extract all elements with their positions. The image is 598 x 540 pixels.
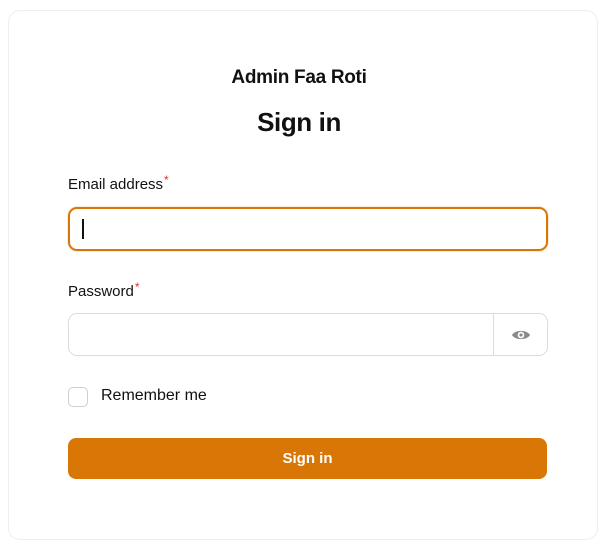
password-label-text: Password	[68, 283, 134, 300]
sign-in-button[interactable]: Sign in	[68, 438, 547, 479]
password-field[interactable]	[69, 314, 495, 355]
email-label: Email address*	[68, 173, 169, 193]
password-label: Password*	[68, 280, 140, 300]
required-mark: *	[164, 173, 169, 187]
eye-icon	[511, 330, 530, 339]
password-field-wrapper	[68, 313, 548, 356]
app-title: Admin Faa Roti	[231, 67, 367, 88]
text-caret	[82, 219, 84, 239]
show-password-button[interactable]	[493, 314, 547, 355]
email-field[interactable]	[68, 207, 548, 251]
remember-me-checkbox[interactable]	[68, 387, 88, 407]
remember-me-label[interactable]: Remember me	[101, 387, 207, 405]
required-mark: *	[134, 280, 140, 294]
email-label-text: Email address	[68, 176, 164, 193]
page-title: Sign in	[257, 107, 341, 137]
